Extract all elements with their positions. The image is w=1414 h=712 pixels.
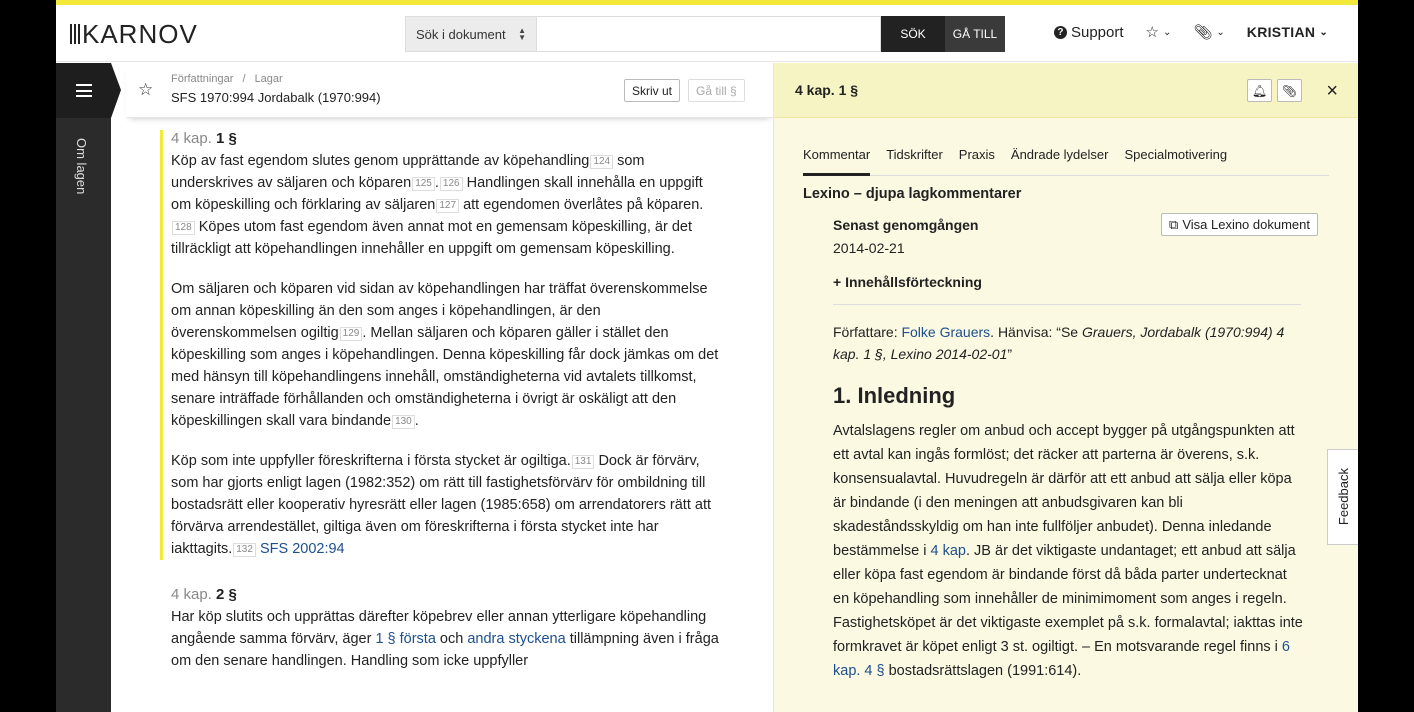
law-section: 4 kap. 2 § Har köp slutits och upprättas … [160, 586, 720, 672]
tab-specialmotivering[interactable]: Specialmotivering [1124, 147, 1227, 176]
breadcrumb-separator: / [242, 73, 246, 85]
paperclip-icon: 📎︎ [1193, 24, 1213, 41]
inline-link[interactable]: 1 § första [375, 631, 435, 647]
chevron-down-icon: ⌄ [1216, 26, 1225, 38]
chapter-label: 4 kap. [171, 130, 217, 147]
rail-arrow [111, 63, 121, 118]
law-section: 4 kap. 1 § Köp av fast egendom slutes gen… [160, 130, 720, 560]
header-actions: ? Support ☆ ⌄ 📎︎ ⌄ KRISTIAN ⌄ [1053, 23, 1328, 41]
select-caret-icon: ▲ ▼ [518, 26, 526, 42]
clips-menu[interactable]: 📎︎ ⌄ [1193, 23, 1224, 41]
footnote-ref[interactable]: 132 [233, 543, 256, 557]
document-title: SFS 1970:994 Jordabalk (1970:994) [171, 90, 381, 105]
commentary-panel: 4 kap. 1 § 🔔︎ 📎︎ × Kommentar Tidskrifter P… [773, 63, 1358, 712]
author-link[interactable]: Folke Grauers [901, 324, 990, 340]
inline-link[interactable]: andra styckena [467, 631, 565, 647]
tab-ändrade-lydelser[interactable]: Ändrade lydelser [1011, 147, 1109, 176]
tab-kommentar[interactable]: Kommentar [803, 147, 871, 176]
section-heading: 1. Inledning [833, 383, 956, 408]
footnote-ref[interactable]: 130 [392, 415, 415, 429]
author-prefix: Författare: [833, 324, 902, 340]
reviewed-label: Senast genomgången [833, 217, 979, 233]
document-header: ☆ Författningar / Lagar SFS 1970:994 Jor… [126, 63, 773, 118]
goto-section-button[interactable]: Gå till § [688, 79, 745, 102]
chevron-down-icon: ⌄ [1162, 26, 1172, 38]
section-heading: 4 kap. 2 § [171, 586, 720, 603]
top-header: KARNOV Sök i dokument ▲ ▼ SÖK GÅ TILL ? S… [56, 5, 1358, 62]
footnote-ref[interactable]: 127 [436, 199, 460, 213]
footnote-ref[interactable]: 126 [439, 177, 463, 191]
external-link-icon: ⧉ [1169, 216, 1179, 232]
question-circle-icon: ? [1053, 25, 1067, 39]
feedback-label: Feedback [1335, 468, 1351, 526]
commentary-title: 4 kap. 1 § [795, 82, 859, 98]
logo-text: KARNOV [82, 19, 198, 49]
user-menu[interactable]: KRISTIAN ⌄ [1247, 24, 1328, 40]
law-paragraph: Har köp slutits och upprättas därefter k… [171, 609, 719, 669]
cite-suffix: ” [1007, 346, 1013, 362]
favorites-menu[interactable]: ☆ ⌄ [1146, 23, 1172, 41]
star-icon: ☆ [1145, 24, 1159, 41]
inline-link[interactable]: 4 kap [931, 543, 966, 559]
document-body: 4 kap. 1 § Köp av fast egendom slutes gen… [160, 130, 720, 712]
commentary-heading: Lexino – djupa lagkommentarer [803, 186, 1022, 202]
goto-button[interactable]: GÅ TILL [945, 16, 1005, 52]
tab-praxis[interactable]: Praxis [959, 147, 995, 176]
inline-link[interactable]: SFS 2002:94 [260, 541, 345, 557]
commentary-text: Avtalslagens regler om anbud och accept … [833, 423, 1303, 679]
list-icon [75, 84, 92, 97]
close-icon[interactable]: × [1326, 81, 1338, 101]
feedback-tab[interactable]: Feedback [1327, 449, 1358, 545]
favorite-star-icon[interactable]: ☆ [138, 80, 153, 100]
search-bar: Sök i dokument ▲ ▼ SÖK GÅ TILL [405, 16, 1005, 52]
print-button[interactable]: Skriv ut [624, 79, 681, 102]
law-paragraph: Köp som inte uppfyller föreskrifterna i … [171, 453, 711, 557]
author-citation: Författare: Folke Grauers. Hänvisa: “Se … [833, 321, 1303, 365]
tab-tidskrifter[interactable]: Tidskrifter [886, 147, 943, 176]
footnote-ref[interactable]: 125 [412, 177, 435, 191]
search-button[interactable]: SÖK [881, 16, 945, 52]
commentary-content: Lexino – djupa lagkommentarer Senast gen… [803, 186, 1333, 712]
toc-toggle[interactable]: + Innehållsförteckning [833, 274, 1301, 305]
law-paragraph: Om säljaren och köparen vid sidan av köp… [171, 281, 719, 429]
paragraph-label: 1 § [216, 130, 237, 147]
user-name: KRISTIAN [1246, 24, 1316, 40]
search-input[interactable] [537, 16, 881, 52]
support-label: Support [1070, 23, 1124, 41]
chevron-down-icon: ⌄ [1319, 26, 1328, 38]
footnote-ref[interactable]: 131 [571, 455, 595, 469]
chapter-label: 4 kap. [171, 586, 217, 603]
breadcrumb-item[interactable]: Författningar [171, 73, 233, 85]
karnov-logo[interactable]: KARNOV [70, 19, 198, 49]
bell-icon[interactable]: 🔔︎ [1247, 79, 1272, 102]
view-lexino-button[interactable]: ⧉ Visa Lexino dokument [1161, 213, 1318, 236]
left-rail: Om lagen [56, 63, 111, 712]
search-scope-select[interactable]: Sök i dokument ▲ ▼ [405, 16, 537, 52]
law-paragraph: Köp av fast egendom slutes genom upprätt… [171, 153, 704, 257]
paragraph-label: 2 § [216, 586, 237, 603]
section-heading: 4 kap. 1 § [171, 130, 720, 147]
app-window: KARNOV Sök i dokument ▲ ▼ SÖK GÅ TILL ? S… [56, 0, 1358, 712]
search-scope-value: Sök i dokument [416, 26, 506, 42]
about-law-tab[interactable]: Om lagen [74, 138, 89, 194]
logo-bars-icon [70, 24, 80, 44]
view-lexino-label: Visa Lexino dokument [1182, 217, 1310, 232]
commentary-header: 4 kap. 1 § 🔔︎ 📎︎ × [774, 63, 1358, 118]
breadcrumb-item[interactable]: Lagar [255, 73, 283, 85]
commentary-tabs: Kommentar Tidskrifter Praxis Ändrade lydels… [803, 147, 1329, 176]
footnote-ref[interactable]: 124 [590, 155, 614, 169]
toc-toggle-button[interactable] [56, 63, 111, 118]
breadcrumb: Författningar / Lagar [171, 73, 283, 85]
inline-link[interactable]: 6 kap. 4 § [833, 639, 1290, 679]
reviewed-date: 2014-02-21 [833, 240, 905, 256]
cite-prefix: . Hänvisa: “Se [990, 324, 1082, 340]
footnote-ref[interactable]: 129 [339, 327, 363, 341]
footnote-ref[interactable]: 128 [172, 221, 195, 235]
paperclip-icon[interactable]: 📎︎ [1277, 79, 1302, 102]
support-link[interactable]: ? Support [1053, 23, 1124, 41]
